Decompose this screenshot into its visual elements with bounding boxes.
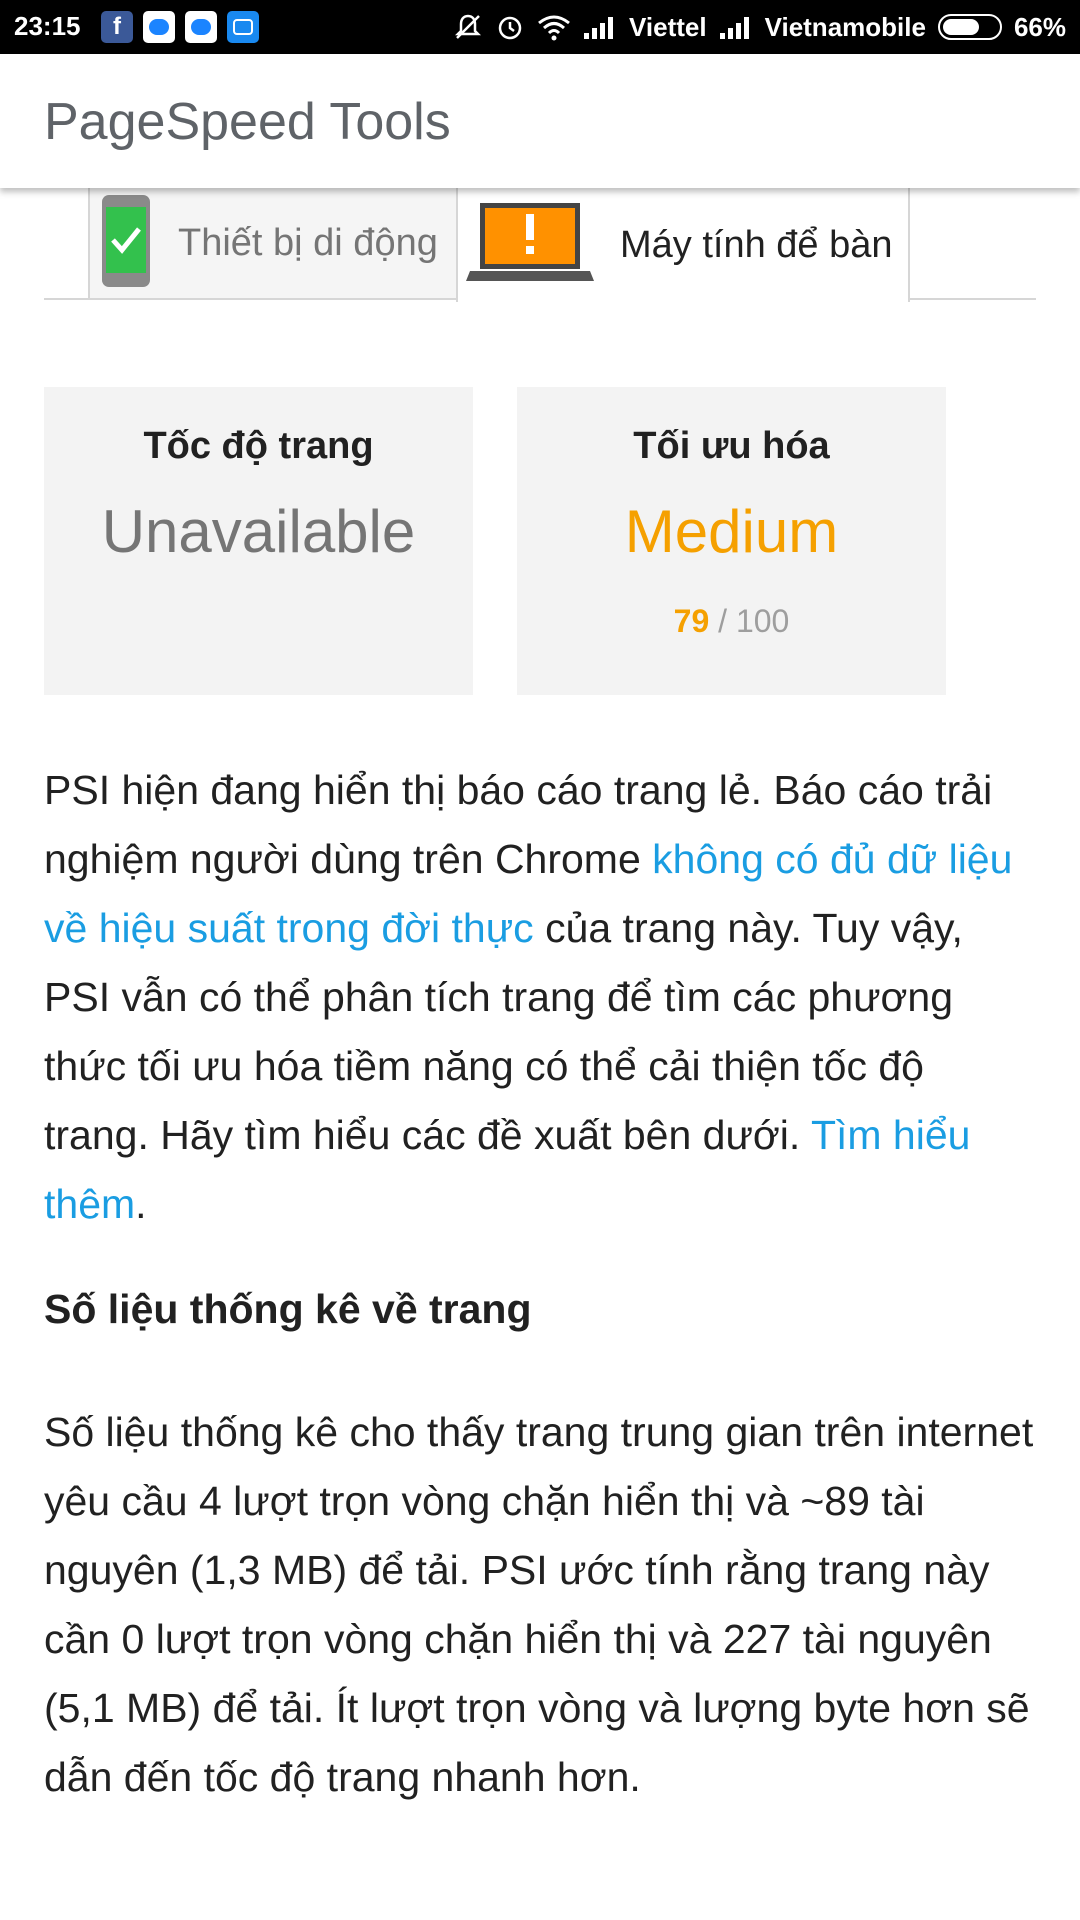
tab-desktop-label: Máy tính để bàn bbox=[620, 223, 893, 266]
tab-mobile-label: Thiết bị di động bbox=[178, 221, 438, 264]
score-value: 79 bbox=[673, 603, 710, 639]
score-max: 100 bbox=[735, 603, 790, 639]
intro-paragraph: PSI hiện đang hiển thị báo cáo trang lẻ.… bbox=[44, 756, 1034, 1239]
page-stats-heading: Số liệu thống kê về trang bbox=[44, 1286, 532, 1332]
app-title: PageSpeed Tools bbox=[44, 93, 451, 151]
zalo-icon bbox=[227, 11, 259, 43]
messenger-icon bbox=[143, 11, 175, 43]
optimization-value: Medium bbox=[624, 498, 839, 565]
desktop-warning-icon bbox=[466, 201, 594, 290]
carrier-2-label: Vietnamobile bbox=[764, 11, 926, 42]
carrier-1-label: Viettel bbox=[629, 11, 707, 42]
messenger-icon bbox=[185, 11, 217, 43]
score-separator: / bbox=[718, 603, 728, 639]
signal-icon bbox=[719, 17, 749, 39]
optimization-card: Tối ưu hóa Medium 79 / 100 bbox=[517, 387, 946, 695]
signal-icon bbox=[584, 17, 614, 39]
mute-icon bbox=[455, 14, 482, 39]
tab-desktop[interactable]: Máy tính để bàn bbox=[456, 188, 910, 302]
battery-icon bbox=[937, 14, 1002, 40]
status-bar: 23:15 f Viettel Vietnamobile 66% bbox=[0, 0, 1080, 54]
tab-mobile[interactable]: Thiết bị di động bbox=[88, 188, 500, 300]
clock: 23:15 bbox=[14, 11, 81, 41]
status-indicators: Viettel Vietnamobile 66% bbox=[453, 0, 1066, 54]
wifi-icon bbox=[538, 15, 570, 41]
notification-icons: f bbox=[101, 11, 259, 43]
device-tabs: Thiết bị di động Máy tính để bàn bbox=[44, 188, 1036, 302]
facebook-icon: f bbox=[101, 11, 133, 43]
page-speed-title: Tốc độ trang bbox=[143, 425, 374, 467]
mobile-ok-icon bbox=[100, 193, 152, 294]
optimization-title: Tối ưu hóa bbox=[633, 425, 830, 467]
alarm-icon bbox=[498, 16, 522, 40]
intro-text-3: . bbox=[135, 1181, 147, 1227]
page-stats-paragraph: Số liệu thống kê cho thấy trang trung gi… bbox=[44, 1409, 1034, 1800]
optimization-score: 79 / 100 bbox=[517, 603, 946, 640]
app-bar: PageSpeed Tools bbox=[0, 54, 1080, 188]
page-speed-value: Unavailable bbox=[101, 498, 416, 565]
page-speed-card: Tốc độ trang Unavailable bbox=[44, 387, 473, 695]
battery-percent: 66% bbox=[1013, 11, 1066, 42]
